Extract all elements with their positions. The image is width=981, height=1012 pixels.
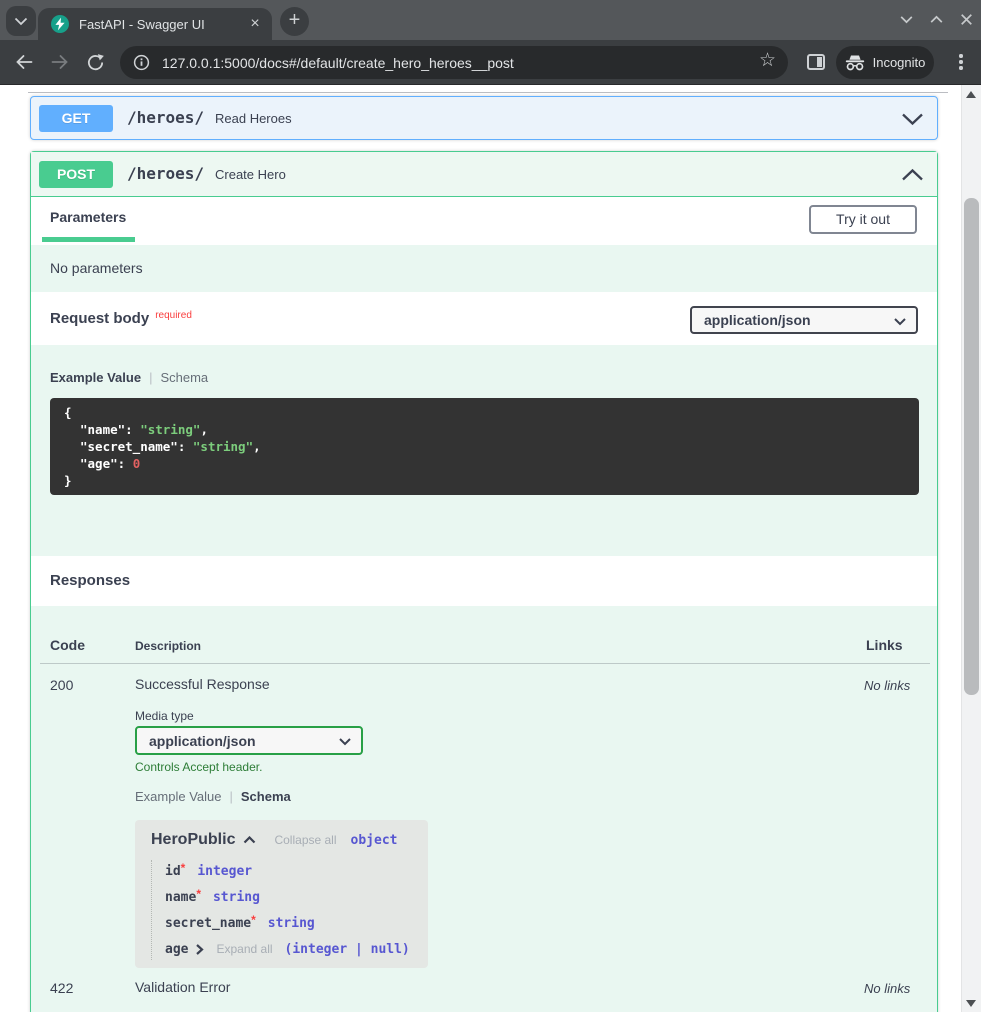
responses-title: Responses (50, 572, 130, 589)
response-422-links: No links (864, 981, 910, 996)
response-example-schema-tabs: Example Value|Schema (135, 789, 291, 804)
expand-all-link[interactable]: Expand all (216, 942, 272, 956)
site-info-icon[interactable] (133, 54, 150, 71)
response-200-links: No links (864, 678, 910, 693)
accept-media-type-value: application/json (149, 733, 256, 749)
incognito-label: Incognito (873, 55, 926, 70)
post-header[interactable]: POST /heroes/ Create Hero (31, 152, 937, 197)
tab-search-button[interactable] (6, 6, 36, 36)
select-chevron-down-icon (338, 737, 352, 746)
opblock-post-heroes: POST /heroes/ Create Hero Parameters Try… (30, 151, 938, 1012)
column-links: Links (866, 637, 903, 653)
responses-header-row: Responses (31, 556, 937, 606)
tab-title: FastAPI - Swagger UI (79, 17, 205, 32)
request-body-example-area: Example Value|Schema { "name": "string",… (31, 345, 937, 556)
property-row-id: id* integer (165, 862, 252, 880)
section-divider (28, 92, 948, 93)
window-maximize-icon[interactable] (928, 11, 945, 28)
column-code: Code (50, 637, 85, 653)
browser-tab-strip: FastAPI - Swagger UI × + (0, 0, 981, 40)
get-path: /heroes/ (127, 108, 204, 127)
accept-media-type-select[interactable]: application/json (135, 726, 363, 755)
no-parameters-text: No parameters (50, 260, 143, 276)
tab-example-value[interactable]: Example Value (50, 370, 141, 385)
swagger-page: GET /heroes/ Read Heroes POST /heroes/ C… (0, 85, 961, 1012)
required-star: * (181, 861, 186, 875)
address-bar[interactable]: 127.0.0.1:5000/docs#/default/create_hero… (120, 46, 788, 79)
response-200-description: Successful Response (135, 676, 270, 692)
property-row-secret-name: secret_name* string (165, 914, 315, 932)
menu-dots-icon[interactable] (953, 53, 969, 71)
select-chevron-down-icon (893, 317, 907, 326)
tab-close-icon[interactable]: × (245, 14, 265, 34)
post-summary: Create Hero (215, 167, 286, 182)
model-name[interactable]: HeroPublic (151, 831, 235, 849)
incognito-badge: Incognito (836, 46, 934, 79)
fastapi-favicon-icon (51, 15, 69, 33)
required-label: required (155, 310, 192, 321)
window-close-icon[interactable] (958, 11, 975, 28)
expand-chevron-down-icon[interactable] (901, 112, 924, 126)
chevron-down-icon (14, 17, 28, 26)
side-panel-icon[interactable] (807, 54, 825, 70)
scrollbar-thumb[interactable] (964, 198, 979, 695)
response-200-code: 200 (50, 677, 73, 693)
table-header-divider (40, 663, 930, 664)
model-collapse-chevron-up-icon[interactable] (243, 836, 256, 844)
window-minimize-icon[interactable] (898, 11, 915, 28)
column-description: Description (135, 639, 201, 653)
active-tab-underline (42, 237, 135, 242)
example-schema-tabs: Example Value|Schema (50, 370, 208, 385)
scroll-up-arrow-icon[interactable] (966, 91, 976, 98)
model-nesting-guide (151, 860, 152, 960)
browser-tab[interactable]: FastAPI - Swagger UI × (38, 8, 272, 40)
parameters-header-row: Parameters Try it out (31, 197, 937, 245)
property-row-name: name* string (165, 888, 260, 906)
response-422-description: Validation Error (135, 979, 230, 995)
try-it-out-button[interactable]: Try it out (809, 205, 917, 234)
browser-toolbar: 127.0.0.1:5000/docs#/default/create_hero… (0, 40, 981, 85)
forward-icon[interactable] (50, 54, 70, 70)
model-type: object (351, 833, 398, 848)
post-path: /heroes/ (127, 164, 204, 183)
property-row-age: age Expand all (integer | null) (165, 940, 410, 958)
required-star: * (251, 913, 256, 927)
scroll-down-arrow-icon[interactable] (966, 1000, 976, 1007)
request-body-title: Request bodyrequired (50, 310, 192, 327)
get-summary: Read Heroes (215, 111, 292, 126)
request-media-type-select[interactable]: application/json (690, 306, 918, 334)
post-method-badge: POST (39, 161, 113, 188)
tab-schema[interactable]: Schema (241, 789, 291, 804)
media-type-label: Media type (135, 709, 194, 723)
required-star: * (196, 887, 201, 901)
expand-chevron-right-icon[interactable] (195, 943, 204, 956)
request-body-row: Request bodyrequired application/json (31, 292, 937, 345)
collapse-all-link[interactable]: Collapse all (274, 833, 336, 847)
no-parameters-row: No parameters (31, 245, 937, 292)
url-text[interactable]: 127.0.0.1:5000/docs#/default/create_hero… (162, 55, 514, 71)
reload-icon[interactable] (86, 53, 105, 72)
page-scrollbar[interactable] (961, 85, 981, 1012)
model-title-row: HeroPublic Collapse all object (151, 831, 397, 849)
request-media-type-value: application/json (704, 312, 811, 328)
bookmark-star-icon[interactable]: ☆ (759, 49, 776, 72)
opblock-get-heroes[interactable]: GET /heroes/ Read Heroes (30, 96, 938, 140)
back-icon[interactable] (14, 54, 34, 70)
side-panel-fill (817, 57, 822, 67)
accept-header-note: Controls Accept header. (135, 760, 262, 774)
window-controls (898, 11, 975, 28)
new-tab-button[interactable]: + (280, 7, 309, 36)
hero-public-model-box: HeroPublic Collapse all object id* integ… (135, 820, 428, 968)
tab-example-value[interactable]: Example Value (135, 789, 221, 804)
get-method-badge: GET (39, 105, 113, 132)
responses-table-area: Code Description Links 200 Successful Re… (31, 606, 937, 1012)
incognito-icon (845, 55, 865, 71)
example-json-code: { "name": "string", "secret_name": "stri… (50, 398, 919, 495)
parameters-title: Parameters (50, 209, 126, 225)
response-422-code: 422 (50, 980, 73, 996)
collapse-chevron-up-icon[interactable] (901, 168, 924, 182)
tab-schema[interactable]: Schema (160, 370, 208, 385)
